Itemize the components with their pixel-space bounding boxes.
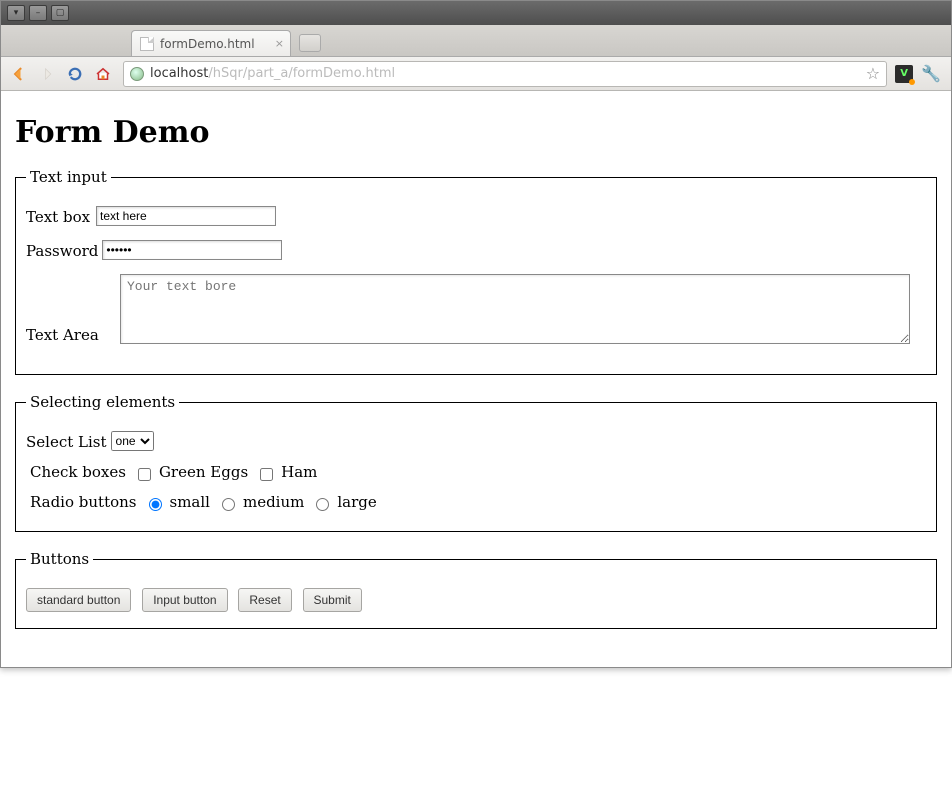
url-path: /hSqr/part_a/formDemo.html bbox=[208, 66, 395, 81]
os-titlebar: ▾ – ▢ bbox=[1, 1, 951, 25]
radio-label-small: small bbox=[170, 493, 210, 511]
label-textarea: Text Area bbox=[26, 326, 116, 344]
window-menu-button[interactable]: ▾ bbox=[7, 5, 25, 21]
radio-label-large: large bbox=[337, 493, 376, 511]
select-list[interactable]: one bbox=[111, 431, 154, 451]
back-button[interactable] bbox=[7, 62, 31, 86]
browser-tab[interactable]: formDemo.html × bbox=[131, 30, 291, 56]
browser-toolbar: localhost/hSqr/part_a/formDemo.html ☆ V … bbox=[1, 57, 951, 91]
input-button[interactable] bbox=[142, 588, 227, 612]
checkbox-ham[interactable] bbox=[260, 468, 273, 481]
fieldset-selecting: Selecting elements Select List one Check… bbox=[15, 393, 937, 532]
maximize-button[interactable]: ▢ bbox=[51, 5, 69, 21]
forward-button[interactable] bbox=[35, 62, 59, 86]
page-content: Form Demo Text input Text box Password T… bbox=[1, 91, 951, 667]
reset-button[interactable] bbox=[238, 588, 291, 612]
tab-close-icon[interactable]: × bbox=[275, 37, 284, 50]
radio-small[interactable] bbox=[149, 498, 162, 511]
label-radios: Radio buttons bbox=[30, 493, 137, 511]
url-host: localhost bbox=[150, 66, 208, 81]
tab-title: formDemo.html bbox=[160, 37, 255, 51]
legend-text-input: Text input bbox=[26, 168, 111, 186]
textbox-input[interactable] bbox=[96, 206, 276, 226]
textarea-input[interactable] bbox=[120, 274, 910, 344]
reload-button[interactable] bbox=[63, 62, 87, 86]
label-checkboxes: Check boxes bbox=[30, 463, 126, 481]
standard-button[interactable]: standard button bbox=[26, 588, 131, 612]
bookmark-star-icon[interactable]: ☆ bbox=[866, 64, 880, 83]
page-heading: Form Demo bbox=[15, 115, 937, 150]
password-input[interactable] bbox=[102, 240, 282, 260]
fieldset-text-input: Text input Text box Password Text Area bbox=[15, 168, 937, 375]
wrench-menu-icon[interactable]: 🔧 bbox=[921, 64, 941, 83]
label-select-list: Select List bbox=[26, 433, 107, 451]
new-tab-button[interactable] bbox=[299, 34, 321, 52]
site-identity-icon bbox=[130, 67, 144, 81]
page-icon bbox=[140, 37, 154, 51]
radio-label-medium: medium bbox=[243, 493, 304, 511]
checkbox-label-ham: Ham bbox=[281, 463, 317, 481]
extension-icon[interactable]: V bbox=[895, 65, 913, 83]
legend-selecting: Selecting elements bbox=[26, 393, 179, 411]
legend-buttons: Buttons bbox=[26, 550, 93, 568]
address-bar[interactable]: localhost/hSqr/part_a/formDemo.html ☆ bbox=[123, 61, 887, 87]
radio-large[interactable] bbox=[316, 498, 329, 511]
minimize-button[interactable]: – bbox=[29, 5, 47, 21]
checkbox-green-eggs[interactable] bbox=[138, 468, 151, 481]
fieldset-buttons: Buttons standard button bbox=[15, 550, 937, 629]
radio-medium[interactable] bbox=[222, 498, 235, 511]
submit-button[interactable] bbox=[303, 588, 362, 612]
home-button[interactable] bbox=[91, 62, 115, 86]
checkbox-label-green-eggs: Green Eggs bbox=[159, 463, 248, 481]
tab-strip: formDemo.html × bbox=[1, 25, 951, 57]
label-password: Password bbox=[26, 242, 98, 260]
label-textbox: Text box bbox=[26, 208, 92, 226]
browser-window: ▾ – ▢ formDemo.html × localhost/hSqr/par… bbox=[0, 0, 952, 668]
